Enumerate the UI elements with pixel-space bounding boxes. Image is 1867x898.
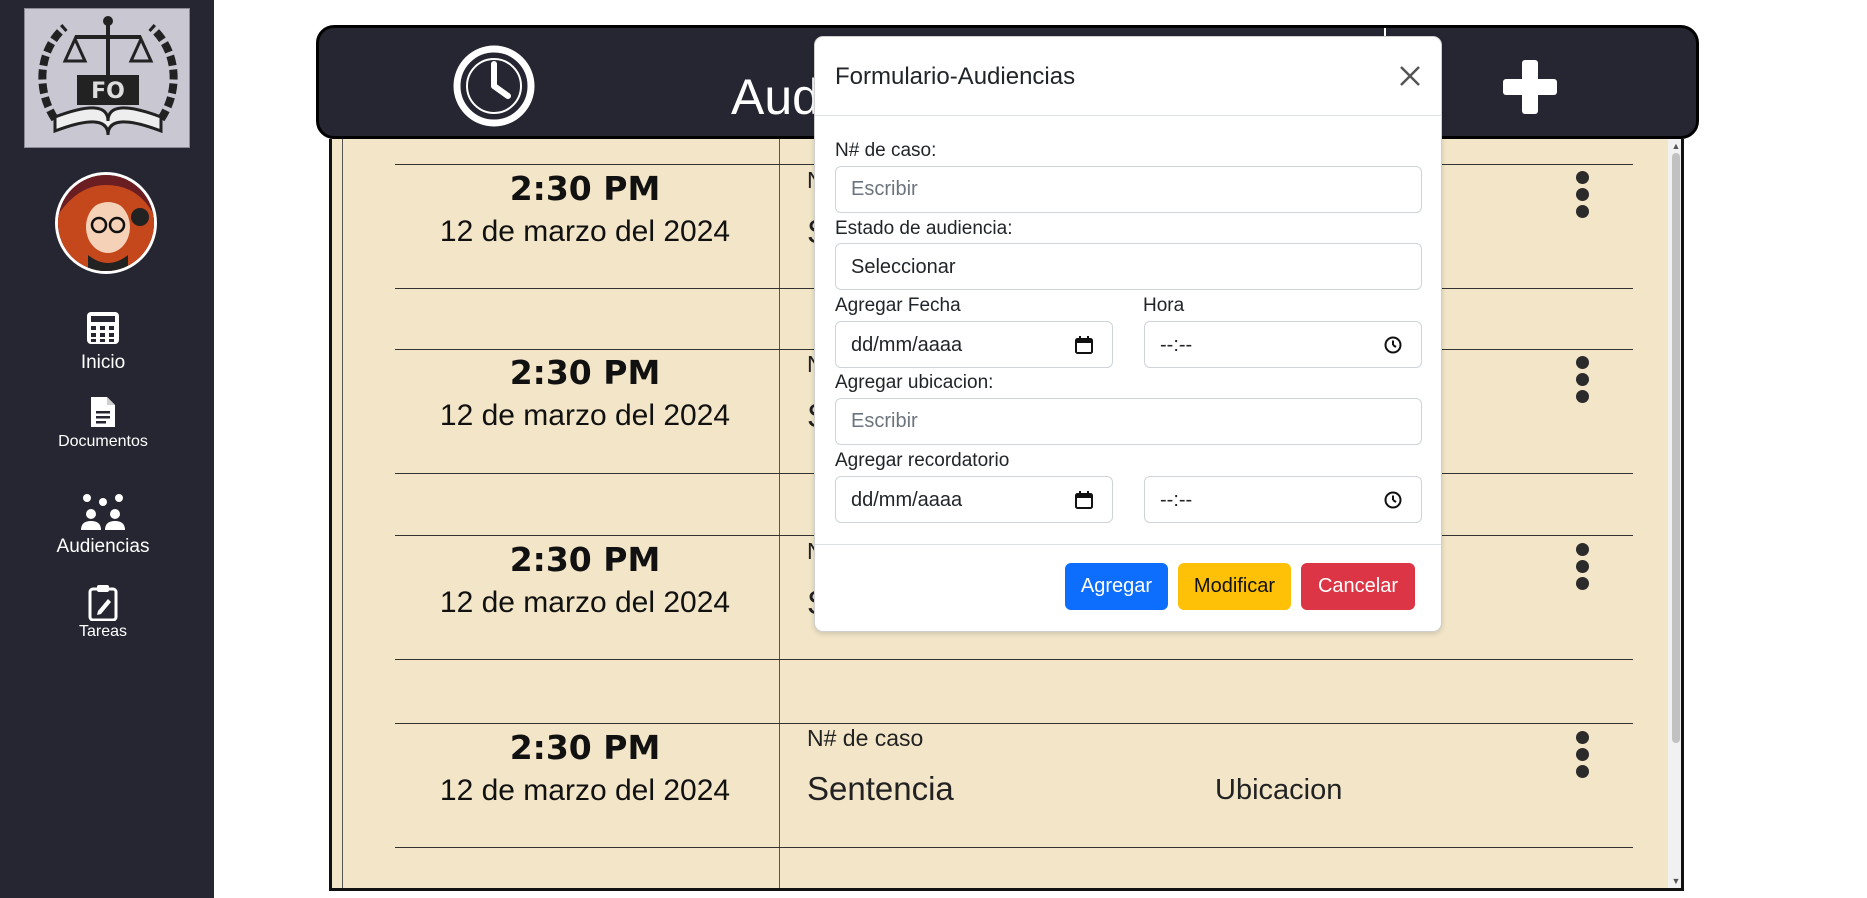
sidebar-item-tareas[interactable]: Tareas [0,585,206,641]
reminder-date-input[interactable]: dd/mm/aaaa [835,476,1113,523]
page-title: Aud [731,69,820,125]
date-label: Agregar Fecha [835,295,961,316]
calculator-icon [87,312,119,344]
calendar-icon[interactable] [1074,335,1094,355]
sidebar-item-label: Documentos [58,433,148,450]
column-divider [779,139,780,888]
location-input[interactable] [835,398,1422,445]
sidebar-item-audiencias[interactable]: Audiencias [0,494,206,558]
case-number-input[interactable] [835,166,1422,213]
row-separator [395,847,1633,848]
justice-scales-logo-icon: FO [25,9,189,147]
hearing-time: 2:30 PM [509,728,661,767]
more-options-icon[interactable] [1572,731,1592,783]
hearing-date: 12 de marzo del 2024 [439,586,731,619]
calendar-icon[interactable] [1074,490,1094,510]
row-separator [395,723,1633,724]
plus-icon[interactable] [1501,58,1559,116]
hearing-date: 12 de marzo del 2024 [439,399,731,432]
sidebar-item-documentos[interactable]: Documentos [0,395,206,451]
clipboard-icon [88,585,118,621]
date-input[interactable]: dd/mm/aaaa [835,321,1113,368]
hearing-time: 2:30 PM [509,169,661,208]
hearing-date: 12 de marzo del 2024 [439,774,731,807]
scroll-up-icon[interactable]: ▲ [1668,139,1681,153]
sidebar-item-inicio[interactable]: Inicio [0,310,206,374]
close-icon[interactable] [1395,61,1425,91]
svg-text:FO: FO [91,79,125,104]
modal-header: Formulario-Audiencias [815,37,1441,116]
reminder-time-input[interactable]: --:-- [1144,476,1422,523]
hearing-status-label: Estado de audiencia: [835,218,1013,239]
location-label: Agregar ubicacion: [835,372,994,393]
time-label: Hora [1143,295,1185,316]
sidebar-item-label: Audiencias [56,536,150,557]
modify-button[interactable]: Modificar [1178,563,1291,610]
time-placeholder: --:-- [1160,334,1193,356]
clock-small-icon[interactable] [1383,490,1403,510]
hearing-form-modal: Formulario-Audiencias N# de caso: Estado… [814,36,1442,632]
hearing-status-select[interactable]: Seleccionar [835,243,1422,290]
people-group-icon [81,494,125,530]
reminder-date-placeholder: dd/mm/aaaa [851,489,963,511]
sidebar: FO Inicio Documentos Audiencias Tareas [0,0,214,898]
logo: FO [24,8,190,148]
hearing-location: Ubicacion [1215,774,1343,806]
add-button[interactable]: Agregar [1065,563,1168,610]
more-options-icon[interactable] [1572,356,1592,408]
clock-small-icon[interactable] [1383,335,1403,355]
hearing-status-value: Seleccionar [851,256,956,278]
date-placeholder: dd/mm/aaaa [851,334,963,356]
time-input[interactable]: --:-- [1144,321,1422,368]
reminder-time-placeholder: --:-- [1160,489,1193,511]
hearing-case: N# de caso [807,725,924,751]
hearing-time: 2:30 PM [509,540,661,579]
sidebar-item-label: Inicio [80,352,126,373]
cancel-button[interactable]: Cancelar [1301,563,1415,610]
more-options-icon[interactable] [1572,543,1592,595]
hearing-status: Sentencia [807,770,954,807]
avatar[interactable] [55,172,157,274]
scrollbar[interactable]: ▲ ▼ [1668,139,1681,888]
document-icon [91,397,115,427]
case-number-label: N# de caso: [835,140,937,161]
more-options-icon[interactable] [1572,171,1592,223]
reminder-label: Agregar recordatorio [835,450,1010,471]
sidebar-item-label: Tareas [78,623,128,640]
modal-title: Formulario-Audiencias [835,63,1076,90]
list-border [342,139,343,888]
hearing-time: 2:30 PM [509,353,661,392]
hearing-date: 12 de marzo del 2024 [439,215,731,248]
user-avatar-icon [58,175,154,271]
scroll-down-icon[interactable]: ▼ [1668,874,1681,888]
clock-icon [453,45,535,127]
scroll-thumb[interactable] [1672,153,1680,743]
row-separator [395,659,1633,660]
modal-footer [815,544,1441,545]
